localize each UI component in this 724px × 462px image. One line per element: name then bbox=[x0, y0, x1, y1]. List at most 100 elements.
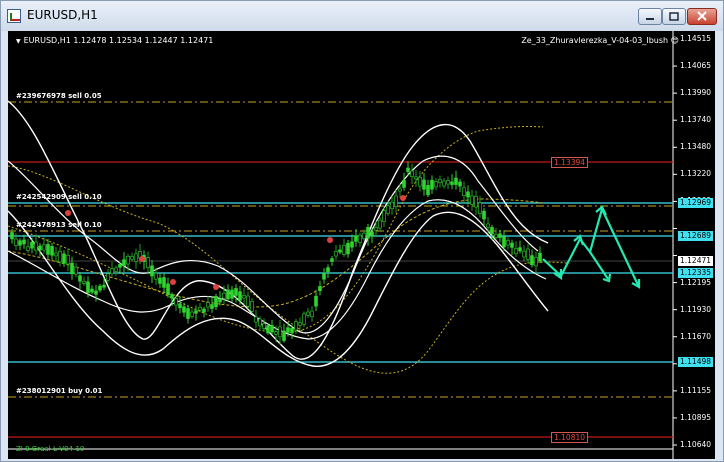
support-price-tag: 1.10810 bbox=[551, 432, 589, 443]
candle-body bbox=[346, 242, 350, 255]
candle-body bbox=[526, 248, 530, 260]
candle-body bbox=[374, 227, 378, 231]
close-icon bbox=[697, 11, 707, 21]
candle-body bbox=[502, 236, 506, 248]
price-box-cyan-3: 1.12335 bbox=[678, 268, 714, 278]
candle-body bbox=[18, 240, 22, 246]
candle-body bbox=[514, 248, 518, 255]
candle-body bbox=[454, 177, 458, 185]
candle-body bbox=[522, 250, 526, 258]
candle-body bbox=[530, 255, 534, 266]
title-bar[interactable]: EURUSD,H1 bbox=[1, 1, 723, 31]
candle-body bbox=[406, 167, 410, 172]
candle-body bbox=[510, 242, 514, 248]
candle-body bbox=[26, 246, 30, 251]
candle-body bbox=[74, 266, 78, 275]
candle-body bbox=[170, 294, 174, 299]
candle-body bbox=[534, 256, 538, 267]
minimize-button[interactable] bbox=[638, 8, 662, 25]
candle-body bbox=[106, 273, 110, 281]
candle-body bbox=[178, 303, 182, 309]
smiley-icon: ☺ bbox=[670, 36, 679, 45]
candle-body bbox=[402, 179, 406, 188]
candle-body bbox=[538, 252, 542, 262]
candle-body bbox=[490, 227, 494, 234]
candle-body bbox=[158, 277, 162, 284]
candle-body bbox=[130, 256, 134, 260]
candle-body bbox=[162, 277, 166, 288]
candle-body bbox=[474, 195, 478, 208]
candle-body bbox=[246, 295, 250, 307]
candle-body bbox=[210, 304, 214, 309]
price-chart[interactable]: ▼ EURUSD,H1 1.12478 1.12534 1.12447 1.124… bbox=[8, 31, 715, 459]
candle-body bbox=[410, 170, 414, 177]
candle-body bbox=[298, 322, 302, 326]
candle-body bbox=[254, 316, 258, 323]
order-label-4[interactable]: #238012901 buy 0.01 bbox=[16, 387, 102, 395]
candle-body bbox=[378, 219, 382, 229]
candle-body bbox=[282, 330, 286, 341]
candle-body bbox=[362, 232, 366, 239]
candle-body bbox=[278, 326, 282, 338]
candle-body bbox=[234, 288, 238, 296]
candle-body bbox=[22, 239, 26, 245]
candle-body bbox=[38, 245, 42, 251]
candle-body bbox=[470, 195, 474, 205]
candle-body bbox=[90, 288, 94, 293]
candle-body bbox=[222, 292, 226, 299]
resistance-price-tag: 1.13394 bbox=[551, 157, 589, 168]
candle-body bbox=[198, 306, 202, 311]
candle-body bbox=[270, 325, 274, 333]
candle-body bbox=[62, 253, 66, 264]
signal-dot bbox=[65, 210, 71, 216]
dropdown-triangle-icon[interactable]: ▼ bbox=[16, 38, 21, 45]
candle-body bbox=[414, 176, 418, 180]
candle-body bbox=[150, 265, 154, 277]
price-axis-ticks bbox=[673, 38, 677, 446]
candle-body bbox=[154, 272, 158, 280]
current-price-box: 1.12471 bbox=[678, 256, 714, 266]
candle-body bbox=[442, 180, 446, 187]
minimize-icon bbox=[646, 18, 654, 20]
candle-body bbox=[30, 241, 34, 249]
maximize-button[interactable] bbox=[662, 8, 686, 25]
candle-body bbox=[422, 179, 426, 190]
candle-body bbox=[54, 252, 58, 257]
signal-dot bbox=[139, 256, 145, 262]
order-label-2[interactable]: #242542909 sell 0.10 bbox=[16, 193, 102, 201]
candle-body bbox=[458, 181, 462, 187]
candle-body bbox=[262, 323, 266, 329]
order-label-1[interactable]: #239676978 sell 0.05 bbox=[16, 92, 102, 100]
candle-body bbox=[518, 247, 522, 252]
candle-body bbox=[202, 308, 206, 313]
candle-body bbox=[418, 176, 422, 187]
candles-group[interactable] bbox=[10, 161, 542, 345]
candle-body bbox=[226, 289, 230, 300]
axis-price-label: 1.11930 bbox=[680, 304, 712, 314]
order-label-3[interactable]: #242478913 sell 0.10 bbox=[16, 221, 102, 229]
candle-body bbox=[334, 251, 338, 257]
candle-body bbox=[302, 313, 306, 325]
candle-body bbox=[478, 202, 482, 214]
axis-price-label: 1.13740 bbox=[680, 115, 712, 125]
candle-body bbox=[70, 262, 74, 275]
forecast-path bbox=[542, 205, 639, 286]
chart-icon bbox=[7, 9, 21, 23]
candle-body bbox=[14, 238, 18, 246]
close-button[interactable] bbox=[687, 8, 717, 25]
candle-body bbox=[118, 264, 122, 268]
candle-body bbox=[98, 285, 102, 291]
ma-fast bbox=[8, 125, 544, 333]
restore-icon bbox=[669, 12, 679, 21]
candle-body bbox=[438, 178, 442, 184]
candle-body bbox=[290, 327, 294, 334]
candle-body bbox=[194, 310, 198, 314]
candle-body bbox=[122, 259, 126, 267]
band-outer-upper bbox=[8, 100, 549, 360]
candle-body bbox=[446, 180, 450, 185]
candle-body bbox=[358, 234, 362, 243]
candle-body bbox=[78, 275, 82, 282]
candle-body bbox=[398, 188, 402, 192]
price-box-cyan-1: 1.12969 bbox=[678, 198, 714, 208]
candle-body bbox=[390, 201, 394, 209]
